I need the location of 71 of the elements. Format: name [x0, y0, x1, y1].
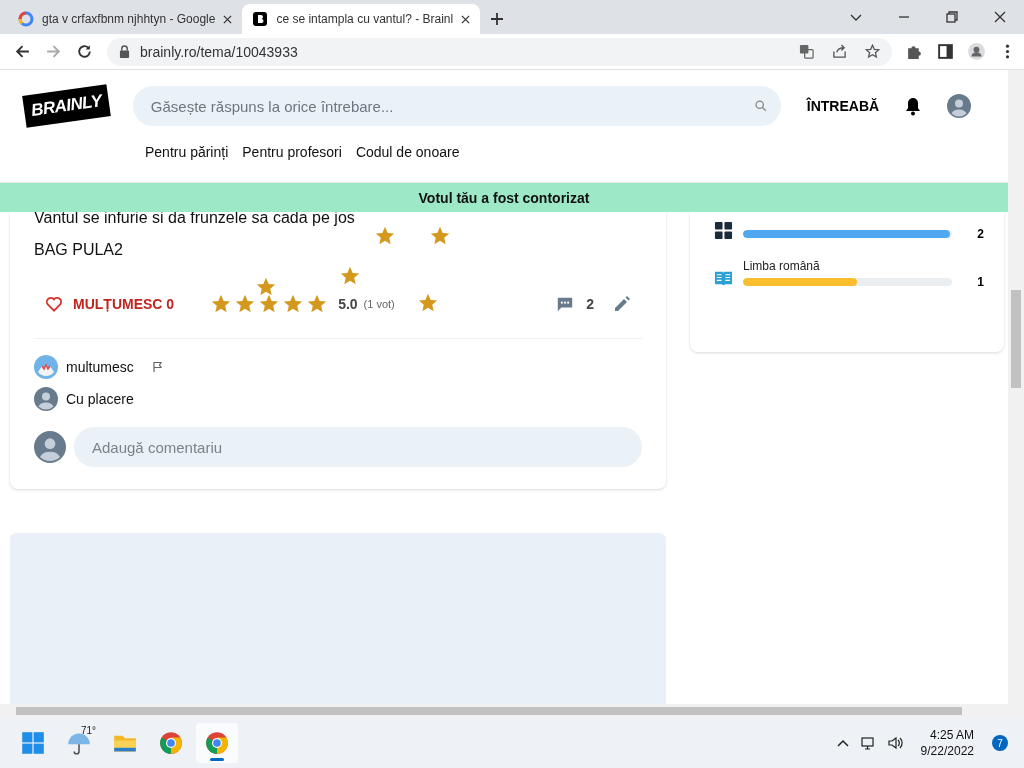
- windows-icon: [21, 731, 45, 755]
- search-icon[interactable]: [753, 99, 767, 112]
- star-icon[interactable]: [282, 293, 305, 315]
- heart-icon: [44, 294, 64, 314]
- star-rating[interactable]: [210, 293, 329, 315]
- taskbar-app[interactable]: [196, 723, 238, 763]
- chrome-icon: [205, 731, 229, 755]
- star-icon[interactable]: [210, 293, 233, 315]
- thanks-button[interactable]: MULȚUMESC 0: [34, 290, 175, 318]
- ask-button[interactable]: ÎNTREABĂ: [806, 94, 880, 118]
- close-icon[interactable]: [223, 14, 233, 24]
- network-icon[interactable]: [860, 735, 877, 751]
- avatar-icon: [34, 387, 58, 411]
- avatar-icon[interactable]: [947, 94, 972, 118]
- avatar-icon: [34, 355, 58, 379]
- answer-text: Vantul se infurie si da frunzele sa cada pe jos: [34, 212, 355, 228]
- vertical-scrollbar[interactable]: [1008, 70, 1024, 704]
- notification-badge[interactable]: 7: [992, 735, 1008, 751]
- rating-value: 5.0: [338, 296, 358, 312]
- answer-text: BAG PULA2: [34, 240, 123, 260]
- notice-text: Votul tău a fost contorizat: [418, 189, 590, 206]
- nav-link[interactable]: Pentru părinți: [145, 144, 229, 160]
- browser-tab[interactable]: gta v crfaxfbnm njhhtyn - Google: [8, 4, 243, 34]
- calculator-icon: [714, 221, 733, 240]
- restore-icon[interactable]: [945, 10, 959, 24]
- chrome-icon: [159, 731, 183, 755]
- star-icon: [255, 276, 277, 298]
- vote-count: (1 vot): [363, 298, 395, 310]
- share-icon[interactable]: [832, 44, 847, 59]
- address-bar[interactable]: brainly.ro/tema/10043933: [107, 37, 892, 66]
- translate-icon[interactable]: [799, 44, 814, 59]
- avatar-icon: [34, 431, 66, 463]
- nav-link[interactable]: Codul de onoare: [355, 144, 460, 160]
- brainly-icon: [252, 11, 269, 27]
- pencil-icon[interactable]: [612, 294, 632, 314]
- browser-tab[interactable]: ce se intampla cu vantul? - Brainl: [242, 4, 481, 34]
- lock-icon: [119, 45, 130, 58]
- reload-icon[interactable]: [76, 43, 93, 60]
- subject-count: 2: [976, 227, 984, 241]
- comment-field[interactable]: Adaugă comentariu: [74, 427, 642, 467]
- flag-icon[interactable]: [151, 361, 164, 373]
- star-icon: [429, 225, 451, 247]
- taskbar-app[interactable]: 71°: [58, 723, 100, 763]
- subject-count: 1: [976, 275, 984, 289]
- comment-text: Cu placere: [66, 391, 134, 407]
- new-tab-icon[interactable]: [490, 12, 505, 26]
- comment-icon[interactable]: [556, 295, 575, 313]
- subject-name: Limba română: [743, 259, 821, 273]
- star-icon[interactable]: [306, 293, 329, 315]
- close-icon[interactable]: [993, 10, 1007, 24]
- logo[interactable]: BRAINLY: [22, 84, 111, 128]
- star-icon: [417, 292, 439, 314]
- speaker-icon[interactable]: [886, 735, 903, 751]
- horizontal-scrollbar[interactable]: [0, 704, 1024, 718]
- star-icon[interactable]: [234, 293, 257, 315]
- google-icon: [18, 11, 34, 27]
- star-icon: [374, 225, 396, 247]
- star-icon[interactable]: [865, 44, 880, 59]
- back-icon[interactable]: [14, 43, 31, 60]
- profile-icon[interactable]: [968, 43, 985, 60]
- book-icon: [714, 269, 733, 288]
- comment-count: 2: [586, 296, 594, 312]
- puzzle-icon[interactable]: [906, 43, 923, 60]
- search-field[interactable]: Găsește răspuns la orice întrebare...: [132, 86, 781, 126]
- clock[interactable]: 4:25 AM 9/22/2022: [920, 727, 974, 759]
- close-icon[interactable]: [461, 14, 471, 24]
- star-icon[interactable]: [258, 293, 281, 315]
- comment-text: multumesc: [66, 359, 134, 375]
- nav-link[interactable]: Pentru profesori: [242, 144, 342, 160]
- side-panel-icon[interactable]: [937, 43, 954, 60]
- star-icon: [339, 265, 361, 287]
